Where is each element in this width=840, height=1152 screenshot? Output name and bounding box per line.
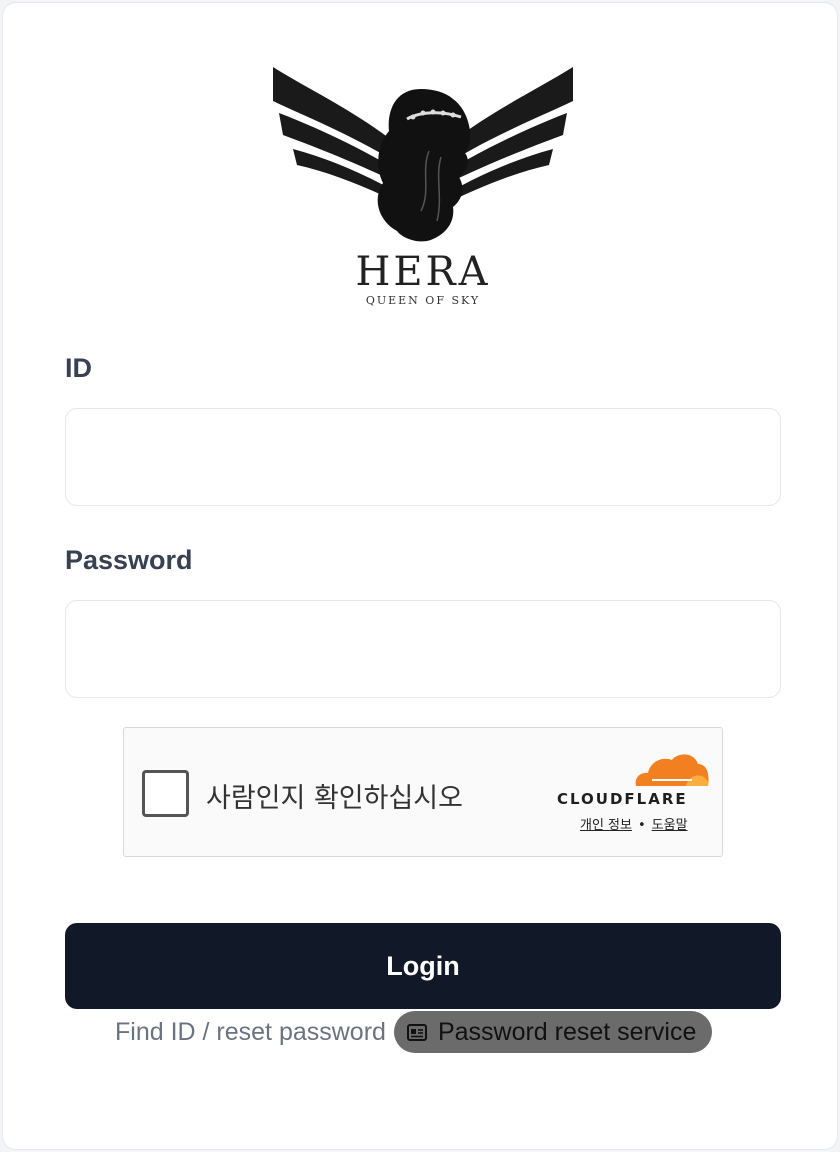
- turnstile-widget: 사람인지 확인하십시오 CLOUDFLARE 개인 정보 • 도움말: [123, 727, 723, 857]
- id-input[interactable]: [65, 408, 781, 506]
- password-label: Password: [65, 545, 193, 575]
- id-label: ID: [65, 353, 92, 383]
- link-separator: •: [637, 818, 646, 833]
- password-reset-service-button[interactable]: Password reset service: [393, 1011, 713, 1053]
- login-button[interactable]: Login: [65, 923, 781, 1009]
- document-icon: [406, 1024, 427, 1041]
- password-reset-service-label: Password reset service: [437, 1017, 697, 1046]
- password-input[interactable]: [65, 600, 781, 698]
- login-card: HERA QUEEN OF SKY ID Password 사람인지 확인하십시…: [2, 2, 838, 1150]
- brand-name: HERA: [355, 249, 491, 295]
- hera-logo: HERA QUEEN OF SKY: [271, 61, 575, 311]
- footer-links: Find ID / reset password Password reset …: [115, 1011, 713, 1053]
- find-id-reset-password-link[interactable]: Find ID / reset password: [115, 1018, 386, 1047]
- privacy-link[interactable]: 개인 정보: [580, 818, 632, 833]
- cloudflare-wordmark: CLOUDFLARE: [557, 790, 688, 808]
- cloudflare-cloud-icon: [635, 754, 709, 786]
- cloudflare-links: 개인 정보 • 도움말: [580, 814, 688, 833]
- human-verify-checkbox[interactable]: [142, 770, 189, 817]
- human-verify-text: 사람인지 확인하십시오: [206, 783, 463, 814]
- help-link[interactable]: 도움말: [652, 818, 688, 833]
- brand-tagline: QUEEN OF SKY: [365, 294, 481, 307]
